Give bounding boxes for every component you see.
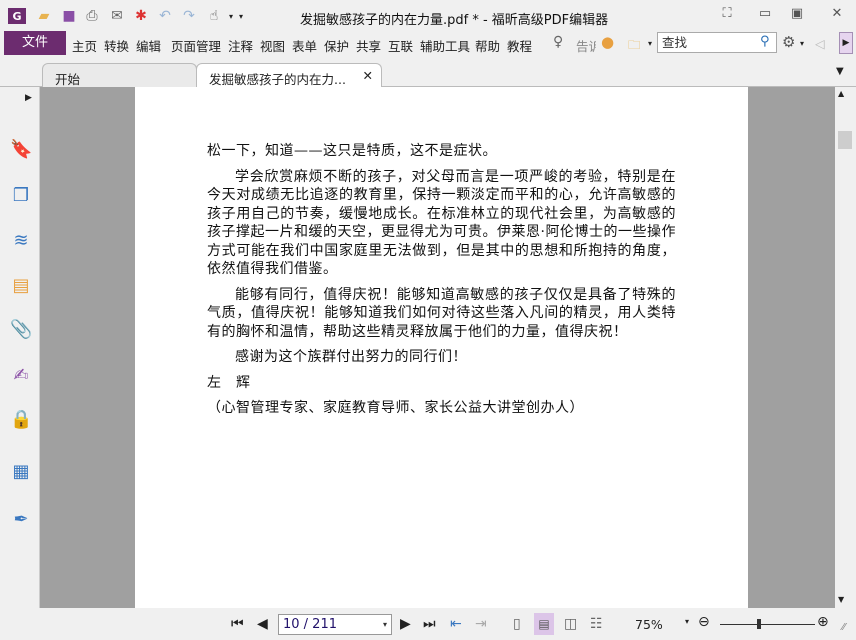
menu-edit[interactable]: 编辑 (136, 36, 161, 55)
paragraph: 学会欣赏麻烦不断的孩子，对父母而言是一项严峻的考验，特别是在今天对成绩无比追逐的… (207, 168, 676, 278)
redo-icon[interactable]: ↷ (180, 8, 198, 24)
tell-me-input[interactable]: 告诉 (576, 36, 596, 55)
heart-icon[interactable]: ● (601, 33, 614, 51)
settings-dropdown-icon[interactable]: ▾ (800, 39, 804, 48)
ribbon-left-icon[interactable]: ◁ (815, 36, 825, 51)
tab-document[interactable]: 发掘敏感孩子的内在力... ✕ (196, 63, 382, 87)
previous-page-icon[interactable]: ◀ (257, 616, 268, 632)
new-document-icon[interactable]: ✱ (132, 8, 150, 24)
close-button[interactable]: ✕ (826, 6, 848, 24)
expand-panel-icon[interactable]: ▶ (25, 93, 32, 103)
email-icon[interactable]: ✉ (108, 8, 126, 24)
tab-start[interactable]: 开始 (42, 63, 197, 87)
menu-home[interactable]: 主页 (72, 36, 97, 55)
zoom-slider-thumb[interactable] (757, 619, 761, 629)
zoom-dropdown-icon[interactable]: ▾ (685, 617, 689, 626)
app-logo-icon: G (8, 8, 26, 24)
status-bar: ⏮ ◀ 10 / 211 ▾ ▶ ⏭ ⇤ ⇥ ▯ ▤ ◫ ☷ 75% ▾ ⊖ ⊕ … (0, 608, 856, 640)
folder-search-icon[interactable]: 🗀 (628, 36, 641, 57)
tab-label: 发掘敏感孩子的内在力... (209, 72, 346, 87)
signatures-icon[interactable]: ✍ (10, 365, 32, 387)
zoom-slider[interactable] (720, 624, 815, 625)
gear-icon[interactable]: ⚙ (782, 33, 795, 51)
zoom-level[interactable]: 75% (635, 617, 663, 632)
attachments-icon[interactable]: 📎 (10, 319, 32, 341)
menu-connect[interactable]: 互联 (388, 36, 413, 55)
resize-grip-icon[interactable]: ⁄⁄ (842, 622, 845, 633)
menu-view[interactable]: 视图 (260, 36, 285, 55)
menu-bar: 文件 主页 转换 编辑 页面管理 注释 视图 表单 保护 共享 互联 辅助工具 … (0, 30, 856, 57)
minimize-button[interactable]: ▭ (754, 6, 776, 24)
author-signature: 左 辉 (207, 374, 251, 391)
menu-page-management[interactable]: 页面管理 (171, 36, 221, 55)
title-bar: G ▰ ■ ⎙ ✉ ✱ ↶ ↷ ☝ ▾ ▾ 发掘敏感孩子的内在力量.pdf * … (0, 0, 856, 30)
menu-comment[interactable]: 注释 (228, 36, 253, 55)
tab-bar: 开始 发掘敏感孩子的内在力... ✕ ▼ (0, 57, 856, 87)
save-icon[interactable]: ■ (60, 8, 78, 24)
single-page-icon[interactable]: ▯ (513, 616, 521, 632)
menu-tutorial[interactable]: 教程 (507, 36, 532, 55)
undo-icon[interactable]: ↶ (156, 8, 174, 24)
menu-form[interactable]: 表单 (292, 36, 317, 55)
menu-accessibility[interactable]: 辅助工具 (420, 36, 470, 55)
paragraph: 能够有同行，值得庆祝！能够知道高敏感的孩子仅仅是具备了特殊的气质，值得庆祝！能够… (207, 286, 676, 340)
zoom-in-icon[interactable]: ⊕ (817, 614, 829, 630)
comments-icon[interactable]: ▤ (10, 275, 32, 297)
navigation-panel: ▶ 🔖 ❐ ≋ ▤ 📎 ✍ 🔒 ▦ ✒ (0, 87, 40, 640)
hand-tool-icon[interactable]: ☝ (205, 8, 223, 24)
pages-thumbnails-icon[interactable]: ❐ (10, 185, 32, 207)
menu-convert[interactable]: 转换 (104, 36, 129, 55)
author-affiliation: （心智管理专家、家庭教育导师、家长公益大讲堂创办人） (207, 400, 584, 416)
zoom-out-icon[interactable]: ⊖ (698, 614, 710, 630)
page-dropdown-icon[interactable]: ▾ (383, 615, 387, 634)
page-number-input[interactable]: 10 / 211 ▾ (278, 614, 392, 635)
first-page-icon[interactable]: ⏮ (231, 616, 244, 632)
search-icon[interactable]: ⚲ (760, 34, 770, 49)
tab-label: 开始 (55, 72, 81, 87)
next-page-icon[interactable]: ▶ (400, 616, 411, 632)
pdf-page: 松一下，知道——这只是特质，这不是症状。 学会欣赏麻烦不断的孩子，对父母而言是一… (135, 87, 748, 608)
layers-icon[interactable]: ≋ (10, 230, 32, 252)
last-page-icon[interactable]: ⏭ (423, 616, 436, 632)
paragraph: 感谢为这个族群付出努力的同行们！ (235, 349, 467, 365)
print-icon[interactable]: ⎙ (83, 8, 101, 24)
paragraph: 松一下，知道——这只是特质，这不是症状。 (207, 143, 497, 159)
facing-pages-icon[interactable]: ◫ (564, 616, 577, 632)
form-fields-icon[interactable]: ▦ (10, 461, 32, 483)
certificate-pen-icon[interactable]: ✒ (10, 509, 32, 531)
next-view-icon[interactable]: ⇥ (475, 616, 487, 632)
menu-help[interactable]: 帮助 (475, 36, 500, 55)
menu-protect[interactable]: 保护 (324, 36, 349, 55)
scroll-down-icon[interactable]: ▼ (838, 595, 844, 604)
previous-view-icon[interactable]: ⇤ (450, 616, 462, 632)
bookmarks-icon[interactable]: 🔖 (10, 139, 32, 161)
menu-file[interactable]: 文件 (4, 31, 66, 55)
page-number: 10 / 211 (283, 617, 337, 632)
window-title: 发掘敏感孩子的内在力量.pdf * - 福昕高级PDF编辑器 (300, 13, 609, 28)
folder-search-dropdown-icon[interactable]: ▾ (648, 39, 652, 48)
scroll-up-icon[interactable]: ▲ (838, 89, 844, 98)
maximize-button[interactable]: ▣ (786, 6, 808, 24)
fullscreen-icon[interactable]: ⛶ (716, 6, 738, 24)
search-input[interactable]: 查找 (657, 32, 777, 53)
continuous-page-icon[interactable]: ▤ (534, 613, 554, 635)
open-folder-icon[interactable]: ▰ (35, 8, 53, 24)
customize-toolbar-icon[interactable]: ▾ (232, 8, 250, 24)
vertical-scrollbar[interactable]: ▲ ▼ (835, 87, 856, 608)
menu-share[interactable]: 共享 (356, 36, 381, 55)
close-tab-icon[interactable]: ✕ (363, 68, 373, 83)
tab-list-dropdown-icon[interactable]: ▼ (836, 66, 844, 77)
lightbulb-icon[interactable]: ♀ (553, 34, 563, 50)
ribbon-expand-button[interactable]: ▶ (839, 32, 853, 54)
continuous-facing-icon[interactable]: ☷ (590, 616, 603, 632)
scroll-thumb[interactable] (838, 131, 852, 149)
security-lock-icon[interactable]: 🔒 (10, 409, 32, 431)
